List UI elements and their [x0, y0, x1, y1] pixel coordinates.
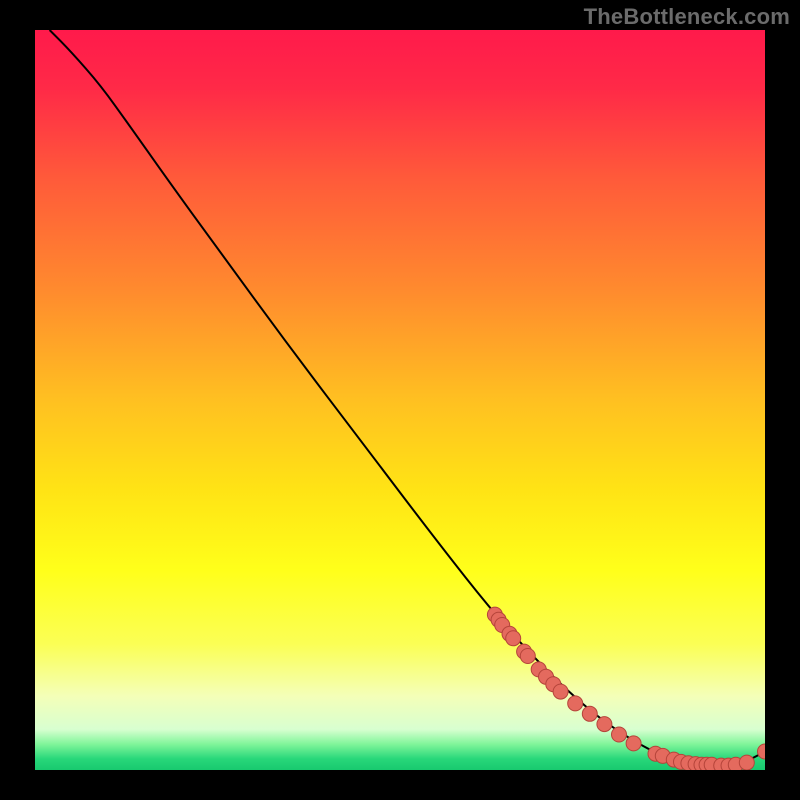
watermark-text: TheBottleneck.com: [584, 4, 790, 30]
data-point: [626, 736, 641, 751]
data-point: [506, 631, 521, 646]
chart-frame: TheBottleneck.com: [0, 0, 800, 800]
data-point: [612, 727, 627, 742]
data-point: [568, 696, 583, 711]
data-point: [553, 684, 568, 699]
plot-area: [35, 30, 765, 770]
chart-svg: [35, 30, 765, 770]
data-point: [739, 755, 754, 770]
gradient-background: [35, 30, 765, 770]
data-point: [520, 649, 535, 664]
data-point: [582, 706, 597, 721]
data-point: [597, 717, 612, 732]
